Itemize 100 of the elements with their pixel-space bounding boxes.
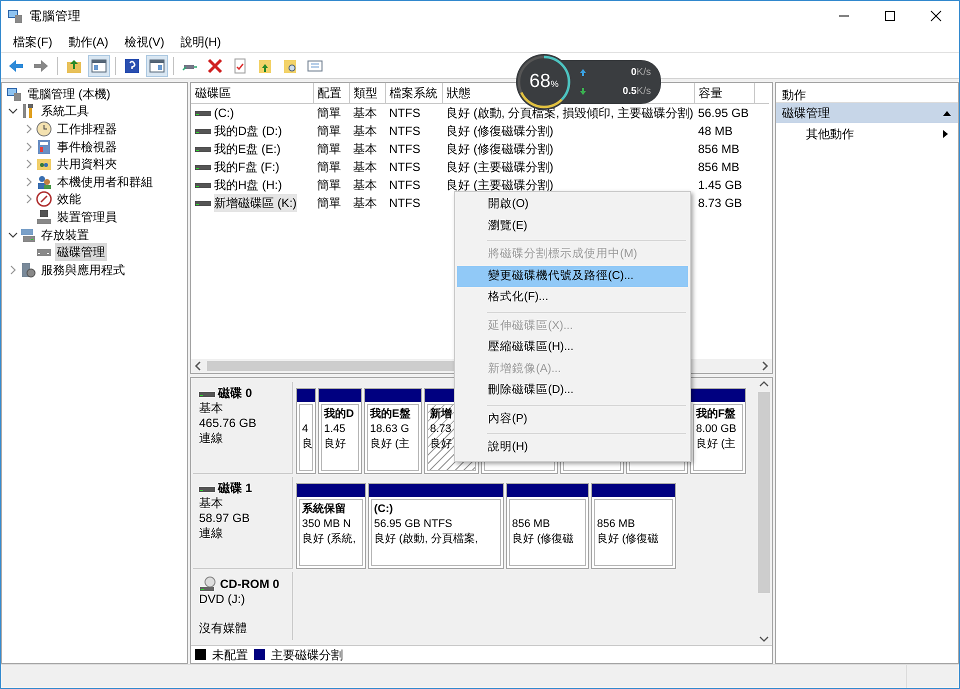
partition-block[interactable]: 856 MB 良好 (修復磁: [591, 483, 676, 569]
volume-name[interactable]: 我的E盘 (E:): [214, 140, 281, 158]
volume-name[interactable]: 我的F盘 (F:): [214, 158, 280, 176]
table-cell: 簡單: [317, 178, 341, 192]
partition-name: (C:): [374, 502, 394, 517]
volume-name[interactable]: 新增磁碟區 (K:): [214, 194, 297, 212]
tree-item[interactable]: 事件檢視器: [55, 138, 119, 156]
tree-item[interactable]: 服務與應用程式: [39, 260, 127, 279]
partition-size: 856 MB: [512, 517, 551, 532]
actions-section[interactable]: 磁碟管理: [776, 103, 958, 123]
partition-status: 良好 (修復磁: [512, 532, 575, 547]
storage-icon: [20, 226, 36, 243]
partition-type-bar: [319, 389, 361, 402]
table-cell: 856 MB: [698, 160, 740, 174]
menu-item[interactable]: 檢視(V): [116, 32, 172, 50]
menu-item[interactable]: 變更磁碟機代號及路徑(C)...: [457, 266, 688, 287]
speed-unit: K/s: [636, 67, 651, 78]
tree-item[interactable]: 共用資料夾: [55, 155, 119, 174]
drive-icon: [195, 199, 211, 207]
table-cell: 基本: [353, 160, 377, 174]
menu-item[interactable]: 格式化(F)...: [457, 287, 688, 308]
partition-block[interactable]: 我的D 1.45 良好: [318, 388, 362, 474]
menu-item[interactable]: 壓縮磁碟區(H)...: [457, 337, 688, 358]
tree-item[interactable]: 存放裝置: [39, 226, 91, 244]
menu-item[interactable]: 動作(A): [60, 32, 116, 50]
tree-item[interactable]: 裝置管理員: [55, 208, 119, 226]
disk-status: 連線: [199, 431, 224, 446]
partition-block[interactable]: 856 MB 良好 (修復磁: [506, 483, 589, 569]
partition-block[interactable]: 4 良: [296, 388, 316, 474]
partition-status: 良好 (啟動, 分頁檔案,: [374, 532, 479, 547]
scrollbar-thumb[interactable]: [758, 392, 770, 593]
partition-type-bar: [691, 389, 745, 402]
upload-arrow-icon: [579, 68, 587, 77]
drive-icon: [195, 145, 211, 153]
volume-name[interactable]: (C:): [214, 104, 234, 122]
partition-block[interactable]: (C:) 56.95 GB NTFS 良好 (啟動, 分頁檔案,: [368, 483, 504, 569]
column-header[interactable]: 狀態: [446, 86, 470, 100]
menu-item[interactable]: 瀏覽(E): [457, 216, 688, 237]
partition-size: 1.45: [324, 422, 346, 437]
disk-status: 連線: [199, 526, 224, 541]
volume-name[interactable]: 我的H盘 (H:): [214, 176, 282, 194]
window-title: 電腦管理: [29, 8, 81, 25]
partition-type-bar: [297, 484, 365, 497]
partition-size: 856 MB: [597, 517, 636, 532]
table-cell: 基本: [353, 178, 377, 192]
table-cell: 基本: [353, 196, 377, 210]
disk-title: 磁碟 1: [218, 481, 252, 496]
table-cell: 簡單: [317, 124, 341, 138]
table-cell: 8.73 GB: [698, 196, 742, 210]
menu-item[interactable]: 開啟(O): [457, 194, 688, 216]
menu-item[interactable]: 檔案(F): [5, 32, 60, 50]
column-header[interactable]: 磁碟區: [195, 86, 231, 100]
tree-item[interactable]: 電腦管理 (本機): [25, 84, 112, 103]
gauge-icon: [36, 191, 52, 208]
drive-icon: [199, 390, 215, 398]
table-cell: 良好 (主要磁碟分割): [446, 160, 554, 174]
partition-name: 新增: [430, 407, 453, 422]
disk-title: 磁碟 0: [218, 386, 252, 401]
partition-size: 4: [302, 422, 310, 437]
partition-status: 良好: [430, 437, 453, 452]
tree-item[interactable]: 效能: [55, 190, 83, 208]
services-icon: [20, 262, 36, 278]
disk-status: 沒有媒體: [199, 620, 248, 635]
partition-size: 8.73: [430, 422, 452, 437]
download-arrow-icon: [579, 87, 587, 96]
drive-icon: [195, 127, 211, 135]
maximize-icon[interactable]: [882, 8, 898, 24]
disk-type: 基本: [199, 496, 224, 511]
partition-size: 350 MB N: [302, 517, 352, 532]
table-cell: 簡單: [317, 160, 341, 174]
drive-icon: [195, 181, 211, 189]
partition-block[interactable]: 我的E盤 18.63 G 良好 (主: [364, 388, 422, 474]
table-cell: 基本: [353, 142, 377, 156]
partition-size: 8.00 GB: [696, 422, 738, 437]
usage-percent: 68: [529, 70, 551, 94]
table-cell: 簡單: [317, 106, 341, 120]
table-cell: 基本: [353, 124, 377, 138]
legend-label: 主要磁碟分割: [271, 646, 343, 664]
partition-block[interactable]: 系統保留 350 MB N 良好 (系統,: [296, 483, 366, 569]
tree-item[interactable]: 工作排程器: [55, 120, 119, 138]
column-header[interactable]: 容量: [698, 86, 722, 100]
partition-type-bar: [297, 389, 315, 402]
column-header[interactable]: 配置: [318, 86, 342, 100]
table-cell: NTFS: [389, 196, 420, 210]
tree-item[interactable]: 本機使用者和群組: [55, 172, 155, 191]
partition-status: 良好 (主: [696, 437, 737, 452]
tree-item[interactable]: 磁碟管理: [55, 243, 107, 262]
table-cell: 良好 (修復磁碟分割): [446, 142, 554, 156]
close-icon[interactable]: [928, 8, 944, 24]
partition-name: 我的D: [324, 407, 355, 422]
disk-size: 58.97 GB: [199, 511, 251, 526]
disk-type: 基本: [199, 401, 224, 416]
users-icon: [36, 174, 52, 190]
speed-unit: K/s: [636, 86, 651, 97]
tree-item[interactable]: 系統工具: [39, 102, 91, 120]
drive-icon: [199, 484, 215, 492]
volume-name[interactable]: 我的D盘 (D:): [214, 122, 282, 140]
menu-item[interactable]: 說明(H): [172, 32, 229, 50]
partition-block[interactable]: 我的F盤 8.00 GB 良好 (主: [690, 388, 746, 474]
column-header[interactable]: 類型: [354, 86, 378, 100]
